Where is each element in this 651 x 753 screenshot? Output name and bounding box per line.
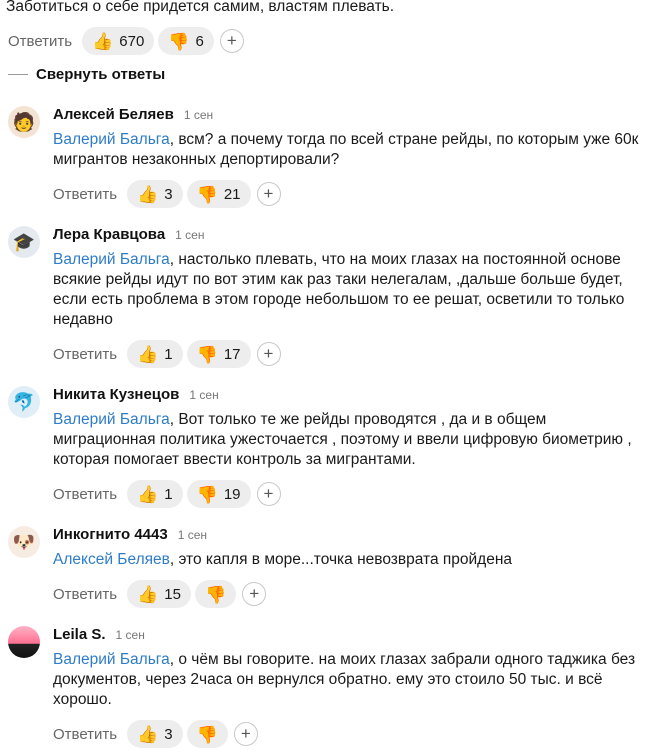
add-reaction-button[interactable]: + [233, 722, 258, 746]
like-button[interactable]: 👍 670 [82, 27, 155, 55]
comment-actions: Ответить 👍 3 👍 + [53, 720, 648, 748]
comment-text: Валерий Бальга, Вот только те же рейды п… [53, 410, 648, 470]
comment-actions: Ответить 👍 1 👍 17 + [53, 340, 648, 368]
parent-comment-actions: Ответить 👍 670 👍 6 + [8, 27, 244, 55]
dislike-button[interactable]: 👍 [194, 580, 237, 608]
thumbs-up-icon: 👍 [137, 484, 159, 504]
dislike-count: 17 [223, 345, 241, 363]
add-reaction-button[interactable]: + [256, 482, 281, 506]
collapse-line [8, 74, 28, 75]
dislike-button[interactable]: 👍 17 [186, 340, 251, 368]
author-name[interactable]: Никита Кузнецов [53, 386, 179, 403]
mention-link[interactable]: Валерий Бальга [53, 131, 170, 148]
thumbs-down-icon: 👍 [196, 724, 218, 744]
avatar[interactable]: 🐬 [8, 386, 40, 418]
reply-button[interactable]: Ответить [53, 346, 117, 363]
mention-link[interactable]: Валерий Бальга [53, 251, 170, 268]
comment-text: Алексей Беляев, это капля в море...точка… [53, 550, 648, 570]
dislike-count: 21 [223, 185, 241, 203]
comment-actions: Ответить 👍 15 👍 + [53, 580, 648, 608]
dislike-count: 19 [223, 485, 241, 503]
avatar-icon: 🧑 [12, 111, 36, 132]
comment-time: 1 сен [189, 388, 219, 402]
mention-link[interactable]: Валерий Бальга [53, 651, 170, 668]
like-button[interactable]: 👍 1 [127, 480, 183, 508]
mention-link[interactable]: Валерий Бальга [53, 411, 170, 428]
avatar[interactable]: 🎓 [8, 226, 40, 258]
comment-body: , это капля в море...точка невозврата пр… [169, 551, 513, 568]
avatar-icon: 🎓 [12, 231, 36, 252]
thumbs-down-icon: 👍 [204, 584, 227, 604]
dislike-button[interactable]: 👍 19 [186, 480, 251, 508]
comment-time: 1 сен [183, 108, 214, 122]
dislike-button[interactable]: 👍 21 [186, 180, 251, 208]
like-button[interactable]: 👍 3 [127, 720, 183, 748]
like-count: 670 [119, 32, 145, 50]
like-count: 1 [164, 485, 173, 503]
like-button[interactable]: 👍 3 [127, 180, 183, 208]
comment-time: 1 сен [177, 528, 208, 542]
dislike-count: 6 [195, 32, 204, 50]
like-count: 1 [164, 345, 173, 363]
comment-text: Валерий Бальга, всм? а почему тогда по в… [53, 130, 648, 170]
like-count: 15 [164, 585, 181, 603]
thumbs-up-icon: 👍 [92, 31, 114, 51]
add-reaction-button[interactable]: + [256, 342, 281, 366]
mention-link[interactable]: Алексей Беляев [53, 551, 170, 568]
add-reaction-button[interactable]: + [256, 182, 281, 206]
parent-comment-text: Заботиться о себе придется самим, властя… [6, 0, 395, 15]
reply-button[interactable]: Ответить [53, 586, 117, 603]
add-reaction-button[interactable]: + [242, 582, 267, 606]
comment-actions: Ответить 👍 1 👍 19 + [53, 480, 648, 508]
comment-time: 1 сен [115, 628, 145, 642]
like-count: 3 [164, 725, 173, 743]
reply-button[interactable]: Ответить [53, 186, 117, 203]
avatar[interactable] [8, 626, 40, 658]
thumbs-up-icon: 👍 [137, 344, 159, 364]
thumbs-down-icon: 👍 [168, 31, 190, 51]
thumbs-up-icon: 👍 [137, 184, 159, 204]
avatar[interactable]: 🧑 [8, 106, 40, 138]
comment-text: Валерий Бальга, настолько плевать, что н… [53, 250, 648, 330]
reply-button[interactable]: Ответить [53, 726, 117, 743]
collapse-replies-button[interactable]: Свернуть ответы [8, 66, 165, 83]
avatar-icon: 🐶 [12, 531, 36, 552]
thumbs-up-icon: 👍 [137, 584, 159, 604]
comment-text: Валерий Бальга, о чём вы говорите. на мо… [53, 650, 648, 710]
collapse-replies-label: Свернуть ответы [36, 66, 166, 83]
avatar[interactable]: 🐶 [8, 526, 40, 558]
thumbs-down-icon: 👍 [196, 344, 218, 364]
author-name[interactable]: Leila S. [53, 626, 106, 643]
dislike-button[interactable]: 👍 [186, 720, 228, 748]
avatar-icon: 🐬 [12, 391, 36, 412]
author-name[interactable]: Инкогнито 4443 [53, 526, 168, 543]
thumbs-down-icon: 👍 [196, 484, 218, 504]
add-reaction-button[interactable]: + [219, 29, 244, 53]
like-button[interactable]: 👍 15 [127, 580, 191, 608]
author-name[interactable]: Лера Кравцова [53, 226, 165, 243]
reply-button[interactable]: Ответить [8, 33, 72, 50]
author-name[interactable]: Алексей Беляев [53, 106, 174, 123]
comment-actions: Ответить 👍 3 👍 21 + [53, 180, 648, 208]
like-count: 3 [164, 185, 173, 203]
reply-button[interactable]: Ответить [53, 486, 117, 503]
thumbs-down-icon: 👍 [196, 184, 218, 204]
thumbs-up-icon: 👍 [137, 724, 159, 744]
comment-time: 1 сен [175, 228, 205, 242]
like-button[interactable]: 👍 1 [127, 340, 183, 368]
dislike-button[interactable]: 👍 6 [158, 27, 214, 55]
